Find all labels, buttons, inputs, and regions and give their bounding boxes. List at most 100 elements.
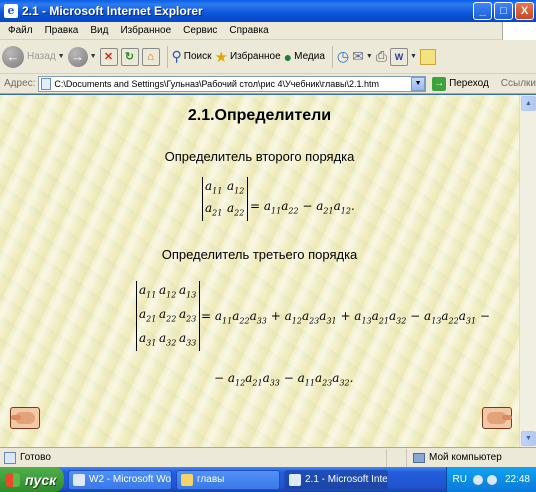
back-label: Назад — [27, 51, 56, 62]
start-button[interactable]: пуск — [0, 467, 64, 492]
zone-text: Мой компьютер — [429, 452, 502, 463]
address-label: Адрес: — [4, 78, 36, 89]
status-bar: Готово Мой компьютер — [0, 447, 536, 467]
star-icon: ★ — [214, 48, 228, 66]
favorites-button[interactable]: ★ Избранное — [215, 48, 281, 66]
task-label: W2 - Microsoft Word — [89, 474, 172, 485]
menu-view[interactable]: Вид — [84, 25, 114, 36]
media-icon: ● — [283, 48, 293, 65]
go-button[interactable]: → Переход — [432, 76, 489, 91]
printer-icon: ⎙ — [375, 48, 387, 64]
computer-icon — [413, 452, 425, 463]
ie-icon — [289, 473, 301, 486]
minimize-button[interactable]: _ — [473, 2, 492, 20]
matrix-cell: a22 — [159, 307, 177, 324]
ie-icon: e — [4, 4, 18, 18]
matrix-cell: a21 — [205, 201, 223, 218]
chevron-down-icon[interactable]: ▼ — [90, 53, 97, 60]
page-content: 2.1.Определители Определитель второго по… — [0, 95, 519, 447]
media-button[interactable]: ● Медиа — [284, 49, 325, 65]
menu-edit[interactable]: Правка — [39, 25, 85, 36]
note-icon — [419, 48, 436, 65]
determinant-3x3: a11 a12 a13 a21 a22 a23 a31 a32 a33 — [136, 281, 200, 351]
next-page-hand-icon[interactable] — [482, 407, 512, 429]
scroll-up-icon[interactable]: ▲ — [521, 96, 536, 111]
matrix-cell: a13 — [179, 283, 197, 300]
system-tray: RU 22:48 — [445, 467, 536, 492]
address-input[interactable]: C:\Documents and Settings\Гульназ\Рабочи… — [38, 75, 427, 92]
windows-flag-icon — [6, 472, 20, 487]
search-button[interactable]: ⚲ Поиск — [172, 48, 212, 65]
chevron-down-icon[interactable]: ▼ — [411, 76, 426, 91]
taskbar-item-word[interactable]: W2 - Microsoft Word — [68, 469, 172, 490]
matrix-cell: a32 — [159, 331, 177, 348]
determinant-bar-right — [247, 177, 248, 221]
menu-help[interactable]: Справка — [223, 25, 274, 36]
go-arrow-icon: → — [432, 76, 447, 91]
history-button[interactable]: ◷ — [337, 48, 349, 65]
determinant-bar-left — [202, 177, 203, 221]
chevron-down-icon[interactable]: ▼ — [410, 53, 417, 60]
forward-arrow-icon: → — [67, 46, 88, 67]
links-button[interactable]: Ссылки — [501, 78, 536, 89]
matrix-cell: a12 — [159, 283, 177, 300]
stop-button[interactable]: ✕ — [99, 47, 118, 66]
menu-favorites[interactable]: Избранное — [114, 25, 177, 36]
hand-finger — [502, 415, 512, 420]
forward-button[interactable]: → ▼ — [67, 46, 97, 67]
matrix-cell: a12 — [227, 179, 245, 196]
close-button[interactable]: X — [515, 2, 534, 20]
matrix-cell: a31 — [139, 331, 157, 348]
toolbar-separator — [166, 45, 168, 68]
scroll-down-icon[interactable]: ▼ — [521, 431, 536, 446]
word-icon — [73, 473, 85, 486]
tray-icon[interactable] — [486, 474, 497, 485]
det2-formula: = a11a22 − a21a12. — [250, 199, 355, 216]
language-indicator[interactable]: RU — [453, 474, 467, 485]
windows-logo-icon — [502, 22, 536, 40]
back-button[interactable]: ← Назад ▼ — [2, 45, 65, 68]
menu-tools[interactable]: Сервис — [177, 25, 223, 36]
matrix-cell: a21 — [139, 307, 157, 324]
taskbar-item-ie[interactable]: 2.1 - Microsoft Intern... — [284, 469, 388, 490]
menu-file[interactable]: Файл — [2, 25, 39, 36]
print-button[interactable]: ⎙ — [376, 48, 387, 65]
chevron-down-icon[interactable]: ▼ — [366, 53, 373, 60]
mail-icon: ✉ — [352, 48, 364, 64]
stop-icon: ✕ — [99, 47, 118, 66]
edit-button[interactable]: W ▼ — [390, 47, 417, 66]
matrix-cell: a22 — [227, 201, 245, 218]
toolbar-separator — [331, 45, 333, 68]
matrix-cell: a11 — [205, 179, 223, 196]
refresh-icon: ↻ — [120, 47, 139, 66]
mail-button[interactable]: ✉ ▼ — [352, 48, 373, 65]
subtitle-second-order: Определитель второго порядка — [164, 149, 355, 164]
word-icon: W — [390, 47, 408, 66]
refresh-button[interactable]: ↻ — [120, 47, 139, 66]
page-title: 2.1.Определители — [187, 107, 332, 124]
maximize-button[interactable]: □ — [494, 2, 513, 20]
messenger-button[interactable] — [419, 48, 436, 65]
address-value: C:\Documents and Settings\Гульназ\Рабочи… — [54, 78, 380, 89]
previous-page-hand-icon[interactable] — [10, 407, 40, 429]
determinant-bar-left — [136, 281, 137, 351]
window-title: 2.1 - Microsoft Internet Explorer — [22, 4, 203, 18]
matrix-cell: a11 — [139, 283, 157, 300]
task-label: 2.1 - Microsoft Intern... — [305, 474, 388, 485]
history-icon: ◷ — [336, 48, 350, 64]
vertical-scrollbar[interactable]: ▲ ▼ — [519, 95, 536, 447]
window-title-bar[interactable]: e 2.1 - Microsoft Internet Explorer _ □ … — [0, 0, 536, 22]
hand-finger — [11, 415, 21, 420]
go-label: Переход — [449, 78, 489, 89]
matrix-cell: a33 — [179, 331, 197, 348]
matrix-cell: a23 — [179, 307, 197, 324]
chevron-down-icon[interactable]: ▼ — [58, 53, 65, 60]
tray-icon[interactable] — [472, 474, 483, 485]
search-icon: ⚲ — [171, 48, 182, 64]
clock: 22:48 — [504, 474, 530, 485]
page-icon — [41, 77, 52, 90]
page-status-icon — [4, 451, 16, 464]
taskbar-item-folder[interactable]: главы — [176, 469, 280, 490]
folder-icon — [181, 473, 193, 486]
home-button[interactable]: ⌂ — [141, 47, 160, 66]
